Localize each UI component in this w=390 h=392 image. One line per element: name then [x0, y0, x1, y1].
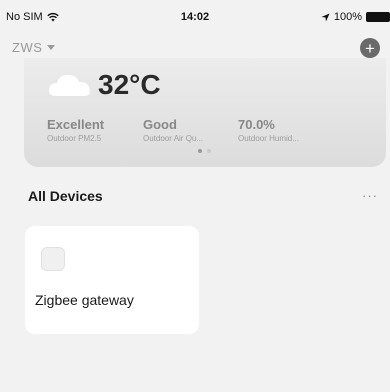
gateway-icon — [41, 247, 65, 271]
page-indicator[interactable] — [198, 149, 211, 153]
page-dot — [207, 149, 211, 153]
metric-value: Good — [143, 117, 177, 132]
status-bar: No SIM 14:02 100% — [0, 0, 390, 26]
metric-label: Outdoor Humid... — [238, 134, 299, 143]
section-title: All Devices — [28, 188, 103, 204]
add-button[interactable]: + — [360, 38, 380, 58]
device-name: Zigbee gateway — [35, 292, 134, 308]
home-selector[interactable]: ZWS — [12, 40, 56, 55]
metric-humidity: 70.0% Outdoor Humid... — [238, 117, 299, 143]
weather-card[interactable]: 32°C Excellent Outdoor PM2.5 Good Outdoo… — [24, 58, 386, 167]
device-card[interactable]: Zigbee gateway — [25, 226, 199, 334]
metric-pm25: Excellent Outdoor PM2.5 — [47, 117, 104, 143]
metric-value: 70.0% — [238, 117, 275, 132]
page-dot-active — [198, 149, 202, 153]
status-right: 100% — [321, 11, 390, 23]
location-arrow-icon — [321, 12, 330, 22]
battery-icon — [366, 12, 390, 22]
more-options-button[interactable]: ··· — [362, 188, 378, 203]
metric-value: Excellent — [47, 117, 105, 132]
cloud-icon — [48, 75, 90, 96]
battery-percent: 100% — [333, 11, 362, 23]
plus-icon: + — [365, 38, 375, 58]
home-name: ZWS — [12, 40, 43, 55]
temperature: 32°C — [98, 69, 161, 100]
metric-label: Outdoor Air Qu... — [143, 134, 204, 143]
chevron-down-icon — [47, 45, 56, 50]
metric-label: Outdoor PM2.5 — [47, 134, 102, 143]
metric-air-quality: Good Outdoor Air Qu... — [143, 117, 203, 143]
